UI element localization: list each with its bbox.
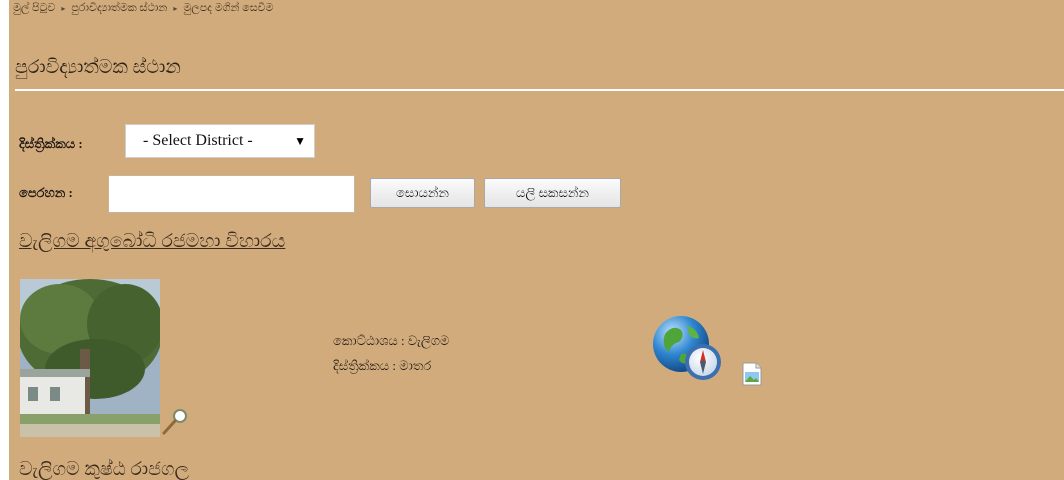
division-info: කොට්ඨාශය : වැලිගම (333, 333, 450, 348)
breadcrumb-home[interactable]: මුල් පිටුව (13, 2, 55, 15)
reset-button[interactable]: යලි සකසන්න (484, 178, 621, 208)
district-select[interactable]: - Select District - ▼ (125, 124, 315, 158)
title-divider (15, 89, 1064, 91)
district-info: දිස්ත්‍රික්කය : මාතර (333, 358, 432, 373)
breadcrumb: මුල් පිටුව ▸ පුරාවිද්‍යාත්මක ස්ථාන ▸ මුල… (13, 2, 273, 15)
filter-input[interactable] (108, 175, 355, 213)
breadcrumb-archaeological-sites[interactable]: පුරාවිද්‍යාත්මක ස්ථාන (71, 2, 167, 15)
breadcrumb-keyword-search[interactable]: මුලපද මගින් සෙවීම (183, 2, 273, 15)
result-title-link[interactable]: වැලිගම අගුබෝධි රජමහා විහාරය (19, 231, 285, 253)
magnifier-icon[interactable] (160, 408, 190, 436)
district-label: දිස්ත්‍රික්කය : (19, 136, 83, 151)
site-thumbnail[interactable] (20, 279, 160, 437)
district-select-value: - Select District - (143, 132, 253, 149)
breadcrumb-separator-icon: ▸ (173, 4, 178, 13)
page-title: පුරාවිද්‍යාත්මක ස්ථාන (15, 57, 181, 78)
search-button[interactable]: සොයන්න (370, 178, 475, 208)
result-title-link[interactable]: වැලිගම කුෂ්ඨ රාජගල (19, 459, 189, 480)
dropdown-arrow-icon: ▼ (294, 134, 306, 148)
page-background: මුල් පිටුව ▸ පුරාවිද්‍යාත්මක ස්ථාන ▸ මුල… (9, 0, 1064, 480)
broken-image-icon[interactable] (741, 362, 763, 386)
globe-compass-icon[interactable] (651, 314, 725, 386)
breadcrumb-separator-icon: ▸ (61, 4, 66, 13)
filter-label: පෙරහන : (19, 185, 73, 200)
